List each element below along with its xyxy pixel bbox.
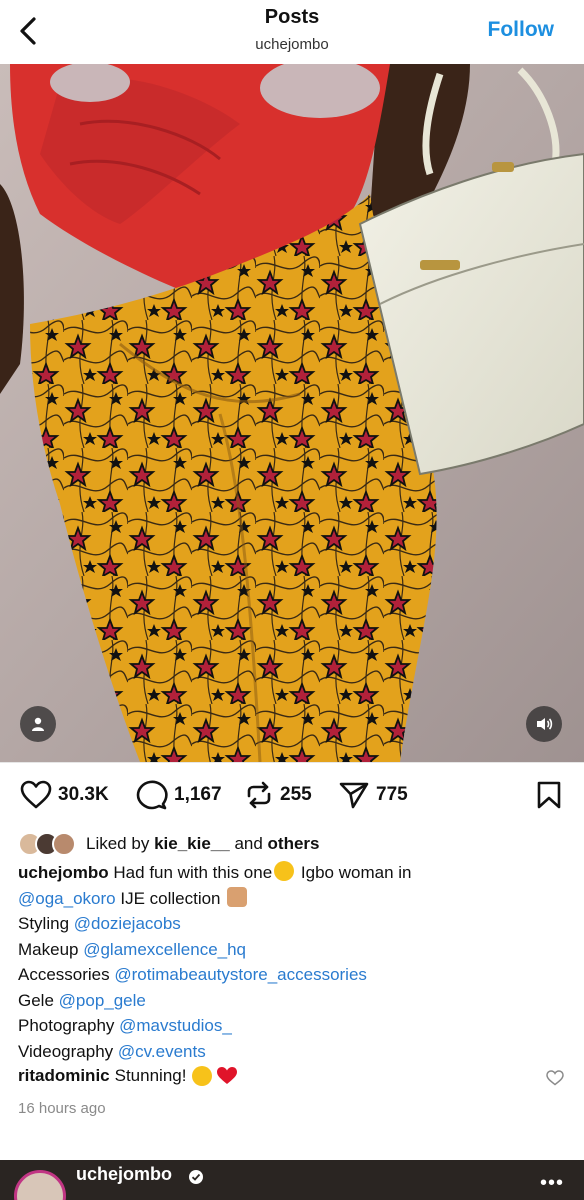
action-bar: 30.3K 1,167 255 775 bbox=[0, 770, 584, 822]
comment-username[interactable]: ritadominic bbox=[18, 1066, 110, 1086]
heart-eyes-emoji-icon bbox=[274, 861, 295, 881]
post-caption: uchejombo Had fun with this one Igbo wom… bbox=[18, 860, 558, 1064]
repost-button[interactable]: 255 bbox=[244, 780, 312, 810]
caption-text-1: Had fun with this one bbox=[113, 863, 273, 882]
post-timestamp: 16 hours ago bbox=[18, 1100, 106, 1117]
liker-avatars bbox=[18, 832, 76, 856]
liked-by-prefix: Liked by bbox=[86, 834, 150, 853]
credit-line: Accessories @rotimabeautystore_accessori… bbox=[18, 962, 558, 988]
liked-by-and: and bbox=[234, 834, 263, 853]
mention-link[interactable]: @doziejacobs bbox=[74, 914, 181, 933]
credit-label: Accessories bbox=[18, 965, 110, 984]
credit-label: Makeup bbox=[18, 939, 79, 959]
tagged-people-button[interactable] bbox=[20, 706, 56, 742]
mention-link[interactable]: @mavstudios_ bbox=[119, 1016, 232, 1035]
verified-badge-icon bbox=[189, 1170, 203, 1184]
top-comment: ritadominic Stunning! bbox=[18, 1066, 238, 1086]
like-comment-button[interactable] bbox=[546, 1070, 564, 1091]
caption-line-2: @oga_okoro IJE collection bbox=[18, 886, 558, 912]
credit-line: Styling @doziejacobs bbox=[18, 911, 558, 937]
mention-link[interactable]: @oga_okoro bbox=[18, 889, 116, 908]
caption-text-2: Igbo woman in bbox=[300, 863, 412, 882]
like-count: 30.3K bbox=[58, 784, 109, 805]
mention-link[interactable]: @glamexcellence_hq bbox=[83, 940, 246, 959]
credit-label: Styling bbox=[18, 914, 70, 933]
comment-text: Stunning! bbox=[114, 1066, 187, 1085]
comment-button[interactable]: 1,167 bbox=[136, 780, 222, 810]
post-image[interactable] bbox=[0, 64, 584, 762]
more-options-button[interactable]: ••• bbox=[540, 1172, 564, 1195]
speaker-icon bbox=[537, 718, 553, 730]
avatar bbox=[52, 832, 76, 856]
mention-link[interactable]: @cv.events bbox=[118, 1042, 206, 1061]
comment-count: 1,167 bbox=[174, 784, 222, 805]
post-header: Posts uchejombo Follow bbox=[0, 0, 584, 64]
avatar[interactable] bbox=[14, 1170, 66, 1200]
credit-line: Makeup @glamexcellence_hq bbox=[18, 937, 558, 963]
repost-count: 255 bbox=[280, 784, 312, 805]
credit-label: Photography bbox=[18, 1016, 115, 1035]
follow-button[interactable]: Follow bbox=[488, 18, 555, 42]
heart-eyes-emoji-icon bbox=[192, 1066, 213, 1086]
red-heart-emoji-icon bbox=[217, 1067, 238, 1084]
share-button[interactable]: 775 bbox=[338, 780, 408, 810]
repost-icon bbox=[247, 781, 271, 809]
liked-by-row[interactable]: Liked by kie_kie__ and others bbox=[18, 830, 320, 858]
caption-username[interactable]: uchejombo bbox=[18, 863, 109, 882]
like-button[interactable]: 30.3K bbox=[20, 780, 109, 810]
share-count: 775 bbox=[376, 784, 408, 805]
heart-hands-emoji-icon bbox=[227, 886, 248, 907]
post-photo-illustration bbox=[0, 64, 584, 762]
person-icon bbox=[32, 717, 44, 731]
divider bbox=[0, 762, 584, 763]
mention-link[interactable]: @pop_gele bbox=[59, 991, 146, 1010]
credit-line: Photography @mavstudios_ bbox=[18, 1013, 558, 1039]
credit-label: Videography bbox=[18, 1041, 114, 1061]
next-post-header: uchejombo ••• bbox=[0, 1160, 584, 1200]
heart-icon bbox=[20, 780, 52, 809]
credit-label: Gele bbox=[18, 990, 54, 1010]
mention-link[interactable]: @rotimabeautystore_accessories bbox=[114, 965, 367, 984]
credit-line: Videography @cv.events bbox=[18, 1039, 558, 1065]
caption-line-1: uchejombo Had fun with this one Igbo wom… bbox=[18, 860, 558, 886]
save-button[interactable] bbox=[536, 780, 562, 815]
heart-outline-icon bbox=[546, 1070, 564, 1086]
liked-by-others[interactable]: others bbox=[268, 834, 320, 854]
bookmark-icon bbox=[537, 781, 561, 809]
caption-text-3: IJE collection bbox=[120, 888, 221, 908]
send-icon bbox=[339, 782, 369, 809]
audio-toggle-button[interactable] bbox=[526, 706, 562, 742]
liked-by-user[interactable]: kie_kie__ bbox=[154, 834, 230, 854]
next-post-username[interactable]: uchejombo bbox=[76, 1164, 172, 1185]
comment-icon bbox=[136, 780, 168, 810]
credit-line: Gele @pop_gele bbox=[18, 988, 558, 1014]
